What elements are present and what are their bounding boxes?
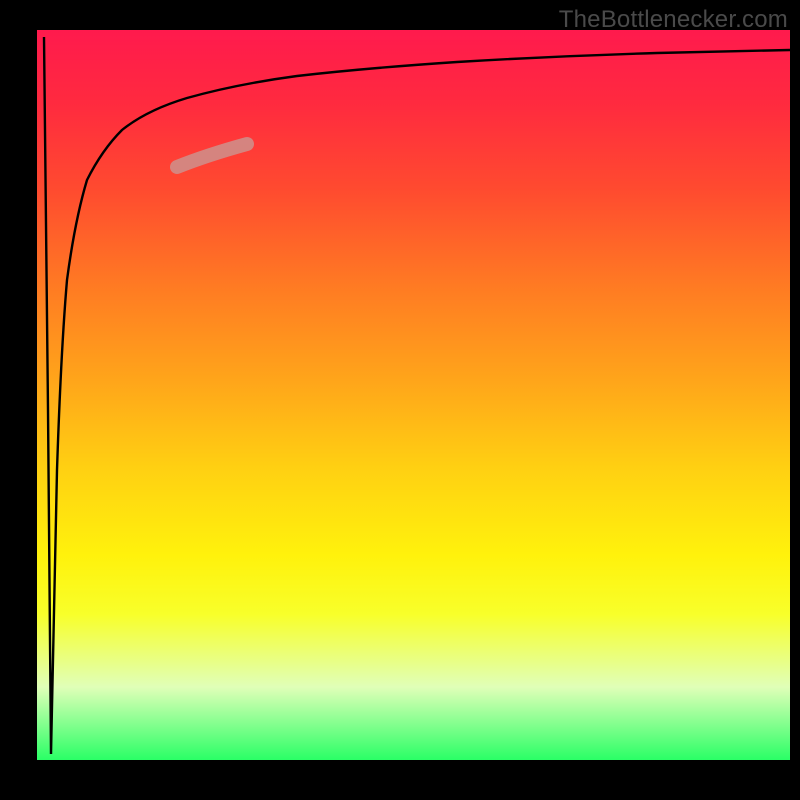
plot-area [37,30,790,760]
attribution: TheBottlenecker.com [559,6,788,34]
chart-container: TheBottlenecker.com [0,0,800,800]
